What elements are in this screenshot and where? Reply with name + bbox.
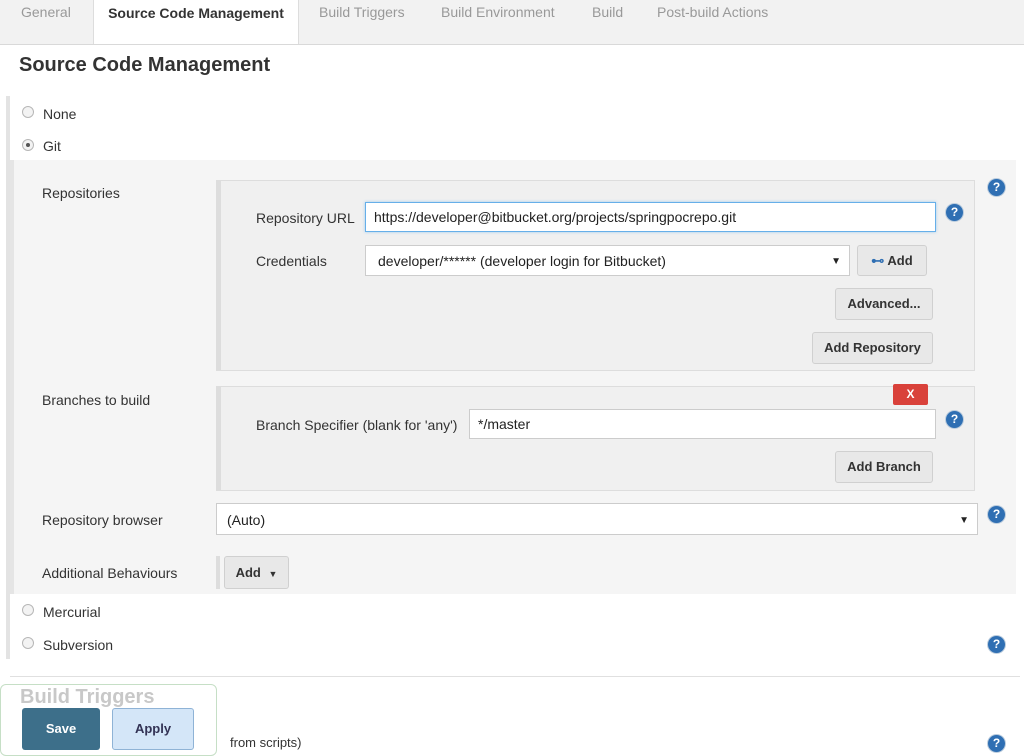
remove-branch-button[interactable]: X (893, 384, 928, 405)
repositories-label: Repositories (42, 185, 120, 201)
radio-git-label: Git (43, 138, 61, 154)
repo-url-label: Repository URL (256, 210, 355, 226)
advanced-button[interactable]: Advanced... (835, 288, 933, 320)
radio-subversion-label: Subversion (43, 637, 114, 653)
additional-behaviours-bar (216, 556, 220, 589)
radio-mercurial-label: Mercurial (43, 604, 101, 620)
add-behaviour-label: Add (235, 565, 261, 580)
radio-subversion[interactable] (22, 637, 34, 649)
repo-url-input[interactable] (365, 202, 936, 232)
repo-browser-value: (Auto) (227, 512, 266, 528)
repo-browser-help-icon[interactable]: ? (988, 506, 1005, 523)
repo-url-help-icon[interactable]: ? (946, 204, 963, 221)
radio-mercurial[interactable] (22, 604, 34, 616)
tab-general[interactable]: General (21, 0, 71, 31)
repositories-help-icon[interactable]: ? (988, 179, 1005, 196)
radio-none[interactable] (22, 106, 34, 118)
chevron-down-icon: ▼ (959, 515, 969, 526)
radio-none-label: None (43, 106, 77, 122)
git-options-bar (10, 160, 14, 594)
add-branch-button[interactable]: Add Branch (835, 451, 933, 483)
add-credentials-button[interactable]: ⊷ Add (857, 245, 927, 276)
key-icon: ⊷ (871, 253, 885, 268)
branches-label: Branches to build (42, 392, 151, 408)
tab-build-environment[interactable]: Build Environment (441, 0, 555, 31)
tab-post-build-actions[interactable]: Post-build Actions (657, 0, 768, 31)
add-behaviour-button[interactable]: Add ▼ (224, 556, 289, 589)
radio-git[interactable] (22, 139, 34, 151)
tab-build[interactable]: Build (592, 0, 623, 31)
subversion-help-icon[interactable]: ? (988, 636, 1005, 653)
add-repository-button[interactable]: Add Repository (812, 332, 933, 364)
additional-behaviours-label: Additional Behaviours (42, 565, 178, 581)
credentials-select-value: developer/****** (developer login for Bi… (378, 253, 666, 269)
partial-text: from scripts) (230, 735, 302, 750)
tab-build-triggers[interactable]: Build Triggers (319, 0, 405, 31)
repo-browser-select[interactable]: (Auto) ▼ (216, 503, 978, 535)
section-divider (10, 676, 1020, 677)
section-title: Source Code Management (19, 54, 271, 76)
branch-specifier-input[interactable] (469, 409, 936, 439)
caret-down-icon: ▼ (268, 569, 278, 579)
tab-source-code-management[interactable]: Source Code Management (93, 0, 299, 44)
branch-specifier-help-icon[interactable]: ? (946, 411, 963, 428)
add-credentials-label: Add (887, 253, 913, 268)
credentials-label: Credentials (256, 253, 327, 269)
branch-specifier-label: Branch Specifier (blank for 'any') (256, 417, 458, 433)
build-triggers-heading: Build Triggers (20, 686, 155, 708)
repo-browser-label: Repository browser (42, 512, 163, 528)
chevron-down-icon: ▼ (831, 256, 841, 267)
credentials-select[interactable]: developer/****** (developer login for Bi… (365, 245, 850, 276)
